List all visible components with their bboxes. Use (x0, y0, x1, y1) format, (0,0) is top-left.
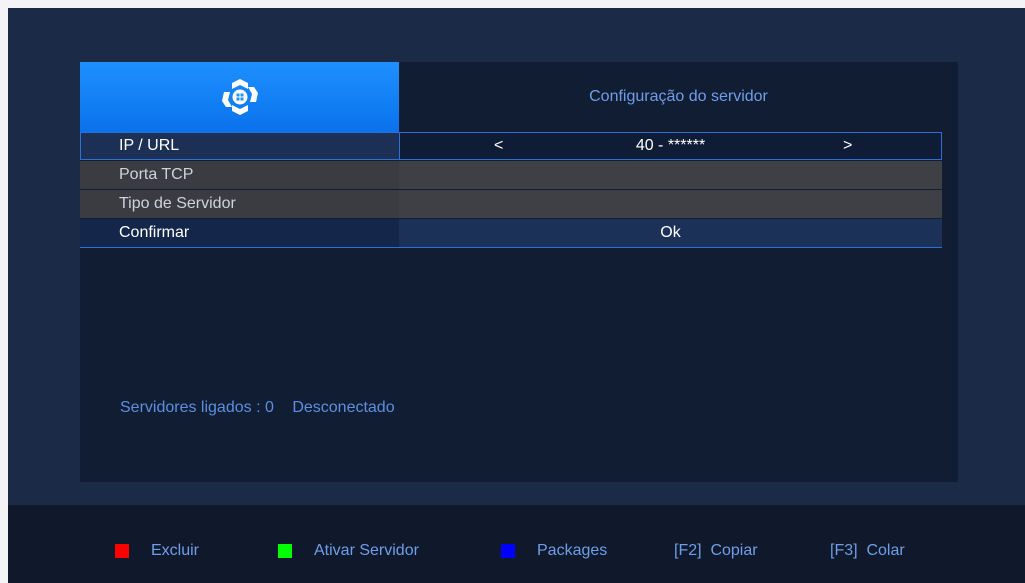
tv-screen: Configuração do servidor IP / URL < 40 -… (8, 8, 1025, 583)
green-key-icon (278, 544, 292, 558)
connected-servers-text: Servidores ligados : 0 (120, 399, 274, 416)
colar-label: [F3] Colar (830, 542, 905, 559)
ativar-servidor-label: Ativar Servidor (314, 542, 419, 559)
page-title: Configuração do servidor (589, 88, 768, 105)
packages-label: Packages (537, 542, 608, 559)
ativar-servidor-key[interactable]: Ativar Servidor (278, 541, 419, 561)
tipo-servidor-label: Tipo de Servidor (119, 195, 236, 212)
arrow-right-icon[interactable]: > (843, 132, 852, 160)
ok-button[interactable]: Ok (399, 219, 942, 247)
logo-box (80, 62, 399, 132)
copiar-key[interactable]: [F2] Copiar (674, 541, 758, 561)
tipo-servidor-value[interactable] (399, 190, 942, 218)
blue-key-icon (501, 544, 515, 558)
porta-tcp-value[interactable] (399, 161, 942, 189)
red-key-icon (115, 544, 129, 558)
ip-url-label: IP / URL (119, 137, 180, 154)
footer-bar: Excluir Ativar Servidor Packages [F2] Co… (8, 505, 1025, 583)
excluir-key[interactable]: Excluir (115, 541, 199, 561)
satellite-logo-icon (221, 79, 258, 115)
porta-tcp-label: Porta TCP (119, 166, 194, 183)
confirm-label: Confirmar (119, 224, 190, 241)
ip-url-row[interactable]: IP / URL < 40 - ****** > (80, 132, 942, 160)
status-line: Servidores ligados : 0 Desconectado (120, 399, 395, 417)
confirm-row[interactable]: Confirmar Ok (80, 219, 942, 248)
copiar-label: [F2] Copiar (674, 542, 758, 559)
ip-url-value: 40 - ****** (635, 137, 706, 154)
tipo-servidor-row[interactable]: Tipo de Servidor (80, 190, 942, 218)
server-config-panel: Configuração do servidor IP / URL < 40 -… (80, 62, 958, 482)
colar-key[interactable]: [F3] Colar (830, 541, 905, 561)
ip-url-selector[interactable]: < 40 - ****** > (399, 132, 942, 160)
packages-key[interactable]: Packages (501, 541, 607, 561)
excluir-label: Excluir (151, 542, 200, 559)
connection-state-text: Desconectado (292, 399, 395, 416)
porta-tcp-row[interactable]: Porta TCP (80, 161, 942, 189)
